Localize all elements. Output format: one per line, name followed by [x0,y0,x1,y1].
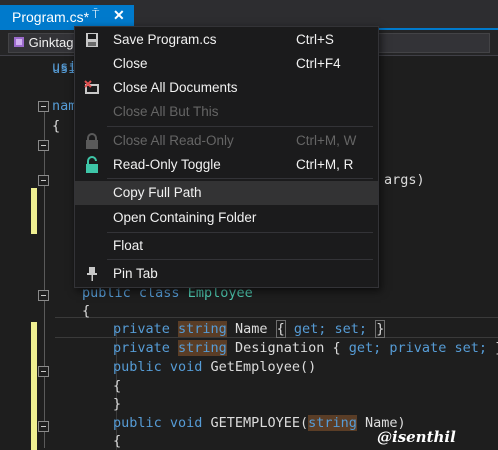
menu-item-close[interactable]: Close Ctrl+F4 [75,52,378,76]
menu-item-close-all-read-only[interactable]: Close All Read-Only Ctrl+M, W [75,129,378,153]
pin-icon[interactable]: ⍑ [92,7,99,22]
code-line: { [113,378,122,394]
collapse-toggle[interactable] [38,175,49,186]
change-marker [31,322,37,450]
project-name: Ginktag [28,35,74,50]
code-line: } [113,396,122,412]
member-dropdown[interactable] [378,33,490,53]
save-icon [83,31,101,49]
code-line: usi [52,61,77,77]
csharp-project-icon [14,37,24,47]
menu-separator [107,232,373,233]
menu-separator [107,178,373,179]
author-watermark: @isenthil [377,428,456,446]
collapse-toggle[interactable] [38,101,49,112]
menu-item-pin-tab[interactable]: Pin Tab [75,262,378,286]
code-line: { [113,433,122,449]
document-tab-bar: Program.cs* ⍑ ✕ [0,0,498,28]
tab-title: Program.cs* [12,9,90,25]
outline-guide [44,108,45,448]
menu-item-save[interactable]: Save Program.cs Ctrl+S [75,28,378,52]
close-icon[interactable]: ✕ [113,7,125,24]
menu-separator [107,126,373,127]
code-line: public void GETEMPLOYEE(string Name) [113,415,406,431]
menu-item-read-only-toggle[interactable]: Read-Only Toggle Ctrl+M, R [75,153,378,177]
menu-item-close-all-but-this[interactable]: Close All But This [75,100,378,124]
code-line: { [82,303,91,319]
menu-item-copy-full-path[interactable]: Copy Full Path [75,181,378,205]
menu-item-open-containing-folder[interactable]: Open Containing Folder [75,206,378,230]
tab-program-cs[interactable]: Program.cs* ⍑ ✕ [0,5,134,28]
menu-item-close-all-documents[interactable]: Close All Documents [75,76,378,100]
lock-icon [83,132,101,150]
menu-separator [107,259,373,260]
code-line: private string Name { get; set; } [113,320,386,338]
change-marker [31,188,37,234]
pin-icon [83,265,101,283]
menu-item-float[interactable]: Float [75,234,378,258]
code-line: public void GetEmployee() [113,359,317,375]
collapse-toggle[interactable] [38,290,49,301]
tab-context-menu: Save Program.cs Ctrl+S Close Ctrl+F4 Clo… [74,26,379,288]
collapse-toggle[interactable] [38,421,49,432]
code-line: args) [384,172,425,188]
unlock-icon [83,156,101,174]
code-line: nam [52,98,77,114]
collapse-toggle[interactable] [38,366,49,377]
project-dropdown[interactable]: Ginktag [8,33,78,53]
code-line: { [52,118,61,134]
code-line: private string Designation { get; privat… [113,340,498,356]
collapse-toggle[interactable] [38,140,49,151]
close-all-documents-icon [83,79,101,97]
